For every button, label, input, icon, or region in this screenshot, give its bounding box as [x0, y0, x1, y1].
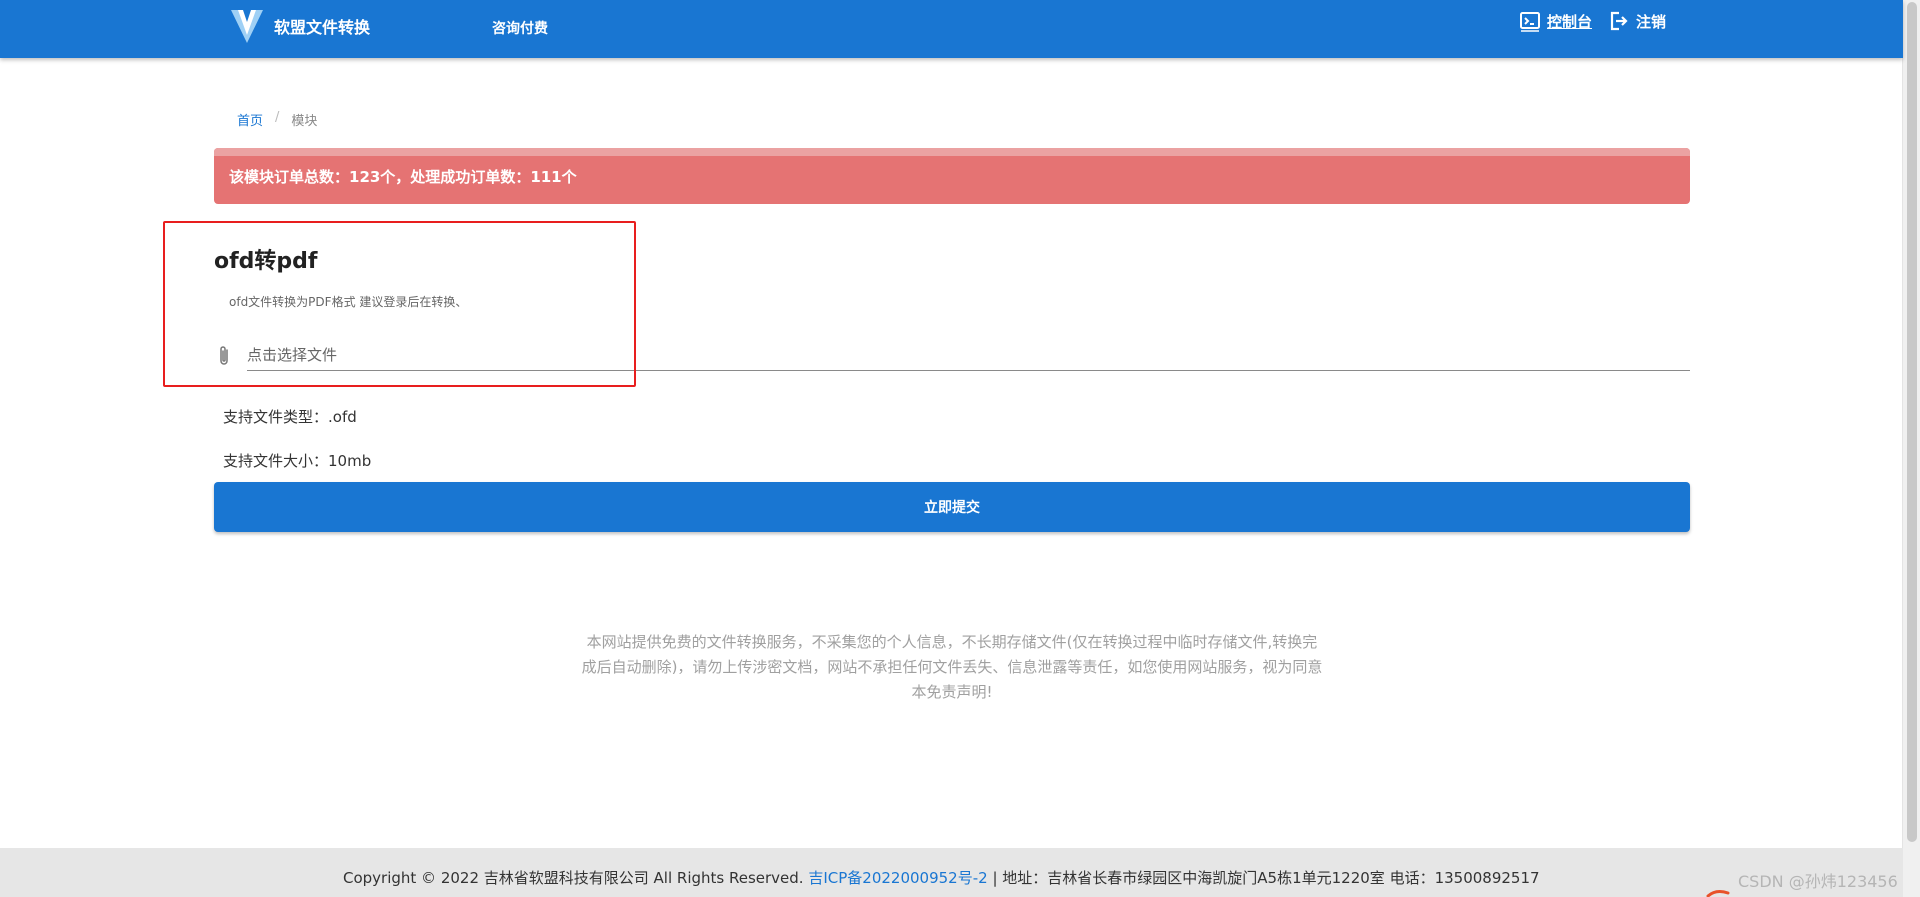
- brand[interactable]: 软盟文件转换: [230, 8, 370, 44]
- logout-icon: [1610, 11, 1628, 31]
- footer-icp-link[interactable]: 吉ICP备2022000952号-2: [808, 869, 987, 887]
- top-app-bar: 软盟文件转换 咨询付费 控制台 注销: [0, 0, 1903, 58]
- footer-address: 地址：吉林省长春市绿园区中海凯旋门A5栋1单元1220室 电话：13500892…: [1002, 869, 1540, 887]
- annotation-highlight-box: [163, 221, 636, 387]
- logout-button[interactable]: 注销: [1608, 10, 1666, 32]
- csdn-watermark: CSDN @孙炜123456: [1738, 872, 1898, 891]
- submit-button[interactable]: 立即提交: [214, 482, 1690, 532]
- supported-file-size: 支持文件大小：10mb: [223, 452, 372, 470]
- disclaimer-text: 本网站提供免费的文件转换服务，不采集您的个人信息，不长期存储文件(仅在转换过程中…: [581, 633, 1323, 701]
- breadcrumb: 首页 / 模块: [237, 110, 317, 129]
- console-button[interactable]: 控制台: [1519, 10, 1592, 32]
- logo-v-icon: [231, 10, 263, 43]
- breadcrumb-current: 模块: [291, 114, 318, 129]
- brand-name: 软盟文件转换: [274, 18, 371, 37]
- breadcrumb-separator: /: [275, 110, 280, 125]
- console-label: 控制台: [1547, 12, 1593, 31]
- footer-copyright: Copyright © 2022 吉林省软盟科技有限公司 All Rights …: [343, 869, 809, 887]
- footer-line: Copyright © 2022 吉林省软盟科技有限公司 All Rights …: [343, 867, 1540, 888]
- console-icon: [1520, 12, 1540, 32]
- watermark-mark-icon: [1706, 890, 1730, 897]
- alert-text: 该模块订单总数：123个，处理成功订单数：111个: [229, 168, 577, 186]
- breadcrumb-home[interactable]: 首页: [237, 110, 263, 129]
- footer-divider: |: [987, 869, 1003, 887]
- vertical-scrollbar[interactable]: [1902, 0, 1920, 897]
- order-stats-alert: 该模块订单总数：123个，处理成功订单数：111个: [214, 148, 1690, 204]
- nav-consult-payment[interactable]: 咨询付费: [492, 18, 548, 38]
- alert-top-strip: [214, 148, 1690, 156]
- header-actions: 控制台 注销: [1519, 10, 1666, 32]
- footer: Copyright © 2022 吉林省软盟科技有限公司 All Rights …: [0, 848, 1903, 897]
- supported-file-types: 支持文件类型：.ofd: [223, 408, 357, 426]
- scrollbar-thumb[interactable]: [1907, 2, 1917, 842]
- logout-label: 注销: [1636, 12, 1667, 31]
